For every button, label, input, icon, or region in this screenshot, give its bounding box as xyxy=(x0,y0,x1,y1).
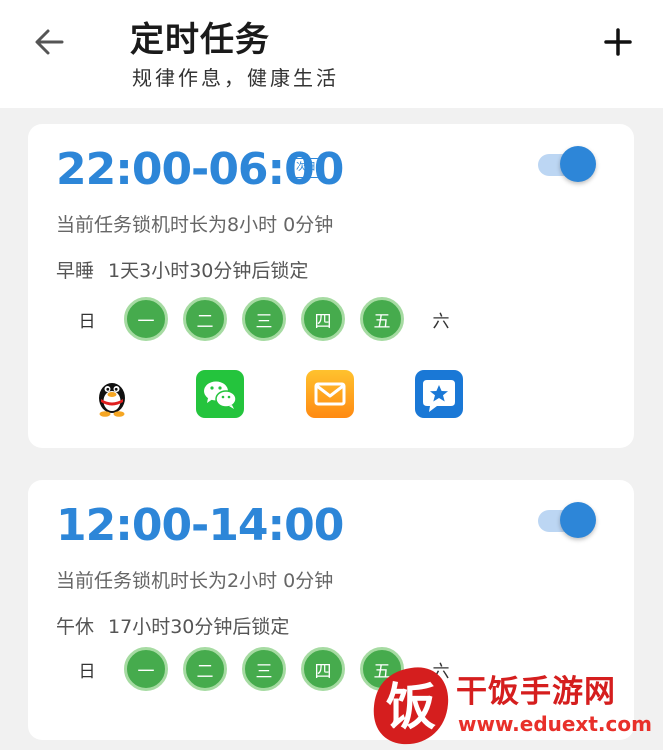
day-saturday[interactable]: 六 xyxy=(419,297,463,341)
site-watermark: 饭 干饭手游网 www.eduext.com xyxy=(366,660,663,750)
task-name: 早睡 xyxy=(56,260,95,282)
day-tuesday[interactable]: 二 xyxy=(183,647,227,691)
star-app-icon[interactable] xyxy=(415,370,463,418)
task-card-sleep[interactable]: 22:00-06:00 次日 当前任务锁机时长为8小时 0分钟 早睡 1天3小时3… xyxy=(28,124,634,448)
page-subtitle: 规律作息，健康生活 xyxy=(132,66,339,90)
wechat-icon[interactable] xyxy=(196,370,244,418)
qq-icon[interactable] xyxy=(88,370,136,418)
watermark-logo-icon: 饭 xyxy=(373,667,449,745)
day-sunday[interactable]: 日 xyxy=(65,297,109,341)
mail-icon[interactable] xyxy=(306,370,354,418)
watermark-logo-char: 饭 xyxy=(386,678,436,736)
task-duration: 当前任务锁机时长为8小时 0分钟 xyxy=(56,214,334,236)
page-title: 定时任务 xyxy=(130,20,270,60)
task-duration: 当前任务锁机时长为2小时 0分钟 xyxy=(56,570,334,592)
day-thursday[interactable]: 四 xyxy=(301,647,345,691)
watermark-url: www.eduext.com xyxy=(458,712,652,736)
day-monday[interactable]: 一 xyxy=(124,647,168,691)
day-sunday[interactable]: 日 xyxy=(65,647,109,691)
back-arrow-icon[interactable] xyxy=(30,22,70,62)
task-lock-info: 早睡 1天3小时30分钟后锁定 xyxy=(56,256,308,283)
day-monday[interactable]: 一 xyxy=(124,297,168,341)
task-time-range: 12:00-14:00 xyxy=(56,500,344,551)
watermark-brand: 干饭手游网 xyxy=(456,674,616,710)
add-icon[interactable] xyxy=(598,22,638,62)
task-countdown: 1天3小时30分钟后锁定 xyxy=(108,260,309,282)
next-day-badge: 次日 xyxy=(292,158,320,178)
task-toggle[interactable] xyxy=(536,144,598,184)
task-name: 午休 xyxy=(56,616,95,638)
task-lock-info: 午休 17小时30分钟后锁定 xyxy=(56,612,289,639)
toggle-knob xyxy=(560,502,596,538)
weekday-selector: 日 一 二 三 四 五 六 xyxy=(28,294,634,344)
day-friday[interactable]: 五 xyxy=(360,297,404,341)
app-header: 定时任务 规律作息，健康生活 xyxy=(0,0,663,108)
locked-apps xyxy=(28,370,634,426)
day-tuesday[interactable]: 二 xyxy=(183,297,227,341)
day-thursday[interactable]: 四 xyxy=(301,297,345,341)
toggle-knob xyxy=(560,146,596,182)
day-wednesday[interactable]: 三 xyxy=(242,297,286,341)
day-wednesday[interactable]: 三 xyxy=(242,647,286,691)
task-toggle[interactable] xyxy=(536,500,598,540)
task-countdown: 17小时30分钟后锁定 xyxy=(108,616,290,638)
